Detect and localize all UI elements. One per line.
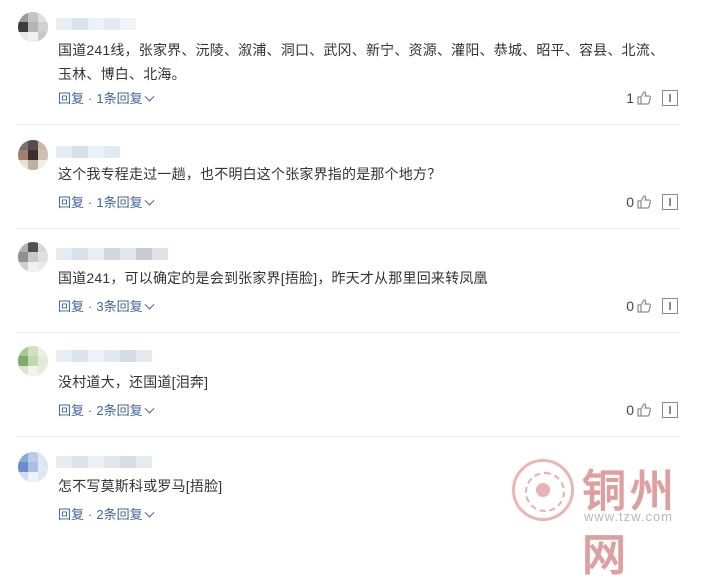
separator: · [88, 299, 93, 314]
username-blurred[interactable] [56, 456, 152, 468]
like-button[interactable]: 0 [626, 194, 652, 210]
comment-meta: 回复 · 3条回复 [58, 298, 155, 316]
comment-text: 这个我专程走过一趟，也不明白这个张家界指的是那个地方？ [58, 166, 442, 182]
thumbs-up-icon [637, 403, 651, 417]
username-blurred[interactable] [56, 248, 168, 260]
comment-actions: 0 [626, 298, 678, 314]
reply-button[interactable]: 回复 [58, 194, 84, 212]
chevron-down-icon [144, 299, 155, 310]
watermark-logo-icon [512, 459, 574, 521]
report-icon[interactable] [662, 90, 678, 106]
thumbs-up-icon [637, 299, 651, 313]
report-icon[interactable] [662, 194, 678, 210]
divider [18, 124, 678, 125]
comment-actions: 1 [626, 90, 678, 106]
avatar[interactable] [18, 242, 48, 272]
view-replies-button[interactable]: 1条回复 [96, 194, 155, 212]
comment-meta: 回复 · 1条回复 [58, 90, 155, 108]
thumbs-up-icon [637, 195, 651, 209]
reply-button[interactable]: 回复 [58, 90, 84, 108]
chevron-down-icon [144, 403, 155, 414]
like-count: 0 [626, 402, 634, 418]
chevron-down-icon [144, 507, 155, 518]
comment-meta: 回复 · 2条回复 [58, 402, 155, 420]
report-icon[interactable] [662, 298, 678, 314]
replies-count: 1条回复 [96, 195, 143, 210]
separator: · [88, 91, 93, 106]
reply-button[interactable]: 回复 [58, 402, 84, 420]
avatar[interactable] [18, 140, 48, 170]
reply-button[interactable]: 回复 [58, 506, 84, 524]
comment-meta: 回复 · 2条回复 [58, 506, 155, 524]
chevron-down-icon [144, 91, 155, 102]
like-count: 0 [626, 298, 634, 314]
reply-button[interactable]: 回复 [58, 298, 84, 316]
divider [18, 228, 678, 229]
chevron-down-icon [144, 195, 155, 206]
view-replies-button[interactable]: 2条回复 [96, 402, 155, 420]
separator: · [88, 507, 93, 522]
comment-text: 没村道大，还国道[泪奔] [58, 374, 209, 390]
avatar[interactable] [18, 452, 48, 482]
replies-count: 3条回复 [96, 299, 143, 314]
avatar[interactable] [18, 346, 48, 376]
comment-text: 国道241线，张家界、沅陵、溆浦、洞口、武冈、新宁、资源、灌阳、恭城、昭平、容县… [58, 42, 665, 82]
divider [18, 332, 678, 333]
comment-meta: 回复 · 1条回复 [58, 194, 155, 212]
like-count: 1 [626, 90, 634, 106]
like-button[interactable]: 0 [626, 402, 652, 418]
view-replies-button[interactable]: 2条回复 [96, 506, 155, 524]
view-replies-button[interactable]: 1条回复 [96, 90, 155, 108]
like-count: 0 [626, 194, 634, 210]
site-watermark: 铜州网 www.tzw.com [512, 455, 716, 581]
watermark-url: www.tzw.com [584, 509, 674, 524]
replies-count: 2条回复 [96, 403, 143, 418]
username-blurred[interactable] [56, 18, 136, 30]
username-blurred[interactable] [56, 146, 120, 158]
like-button[interactable]: 0 [626, 298, 652, 314]
like-button[interactable]: 1 [626, 90, 652, 106]
avatar[interactable] [18, 12, 48, 42]
comment-actions: 0 [626, 402, 678, 418]
divider [18, 436, 678, 437]
comment-actions: 0 [626, 194, 678, 210]
thumbs-up-icon [637, 91, 651, 105]
comment-text: 国道241，可以确定的是会到张家界[捂脸]，昨天才从那里回来转凤凰 [58, 270, 488, 286]
username-blurred[interactable] [56, 350, 152, 362]
report-icon[interactable] [662, 402, 678, 418]
replies-count: 2条回复 [96, 507, 143, 522]
separator: · [88, 403, 93, 418]
replies-count: 1条回复 [96, 91, 143, 106]
view-replies-button[interactable]: 3条回复 [96, 298, 155, 316]
separator: · [88, 195, 93, 210]
